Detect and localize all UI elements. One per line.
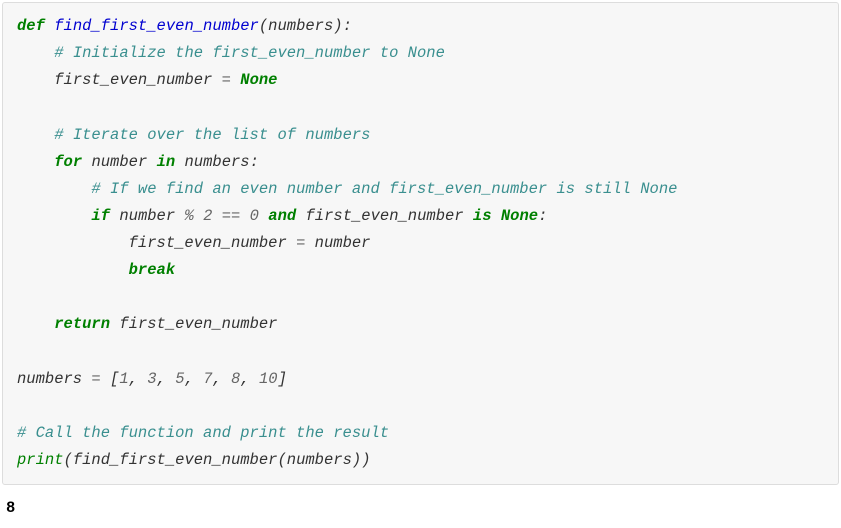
expr2: first_even_number (305, 207, 472, 225)
paren-close-2: )) (352, 451, 371, 469)
kw-in: in (157, 153, 176, 171)
op-mod: % (184, 207, 193, 225)
expr: number (119, 207, 184, 225)
param: numbers (268, 17, 333, 35)
line-1: def find_first_even_number(numbers): (17, 17, 352, 35)
paren-open: ( (259, 17, 268, 35)
assign-rhs: number (315, 234, 371, 252)
return-val: first_even_number (119, 315, 277, 333)
output-block: 8 (2, 485, 839, 526)
kw-break: break (129, 261, 176, 279)
code-block: def find_first_even_number(numbers): # I… (2, 2, 839, 485)
paren-close-colon: ): (333, 17, 352, 35)
kw-for: for (54, 153, 82, 171)
comment-1: # Initialize the first_even_number to No… (54, 44, 445, 62)
const-none: None (240, 71, 277, 89)
output-text: 8 (6, 499, 15, 517)
paren-open-3: ( (277, 451, 286, 469)
kw-and: and (268, 207, 296, 225)
n3: 5 (175, 370, 184, 388)
num-2: 2 (203, 207, 212, 225)
line-6: for number in numbers: (54, 153, 259, 171)
loop-coll: numbers (184, 153, 249, 171)
op-eqeq: == (222, 207, 241, 225)
num-0: 0 (250, 207, 259, 225)
n2: 3 (147, 370, 156, 388)
paren-open-2: ( (64, 451, 73, 469)
bracket-close: ] (278, 370, 287, 388)
line-14: numbers = [1, 3, 5, 7, 8, 10] (17, 370, 287, 388)
comment-4: # Call the function and print the result (17, 424, 389, 442)
loop-var: number (91, 153, 147, 171)
kw-return: return (54, 315, 110, 333)
n1: 1 (119, 370, 128, 388)
bracket-open: [ (110, 370, 119, 388)
kw-if: if (91, 207, 110, 225)
assign-lhs: first_even_number (129, 234, 287, 252)
var-numbers: numbers (17, 370, 82, 388)
colon-2: : (538, 207, 547, 225)
kw-def: def (17, 17, 45, 35)
op-eq-3: = (82, 370, 110, 388)
n5: 8 (231, 370, 240, 388)
call-func: find_first_even_number (73, 451, 278, 469)
line-17: print(find_first_even_number(numbers)) (17, 451, 371, 469)
op-eq-2: = (287, 234, 315, 252)
n6: 10 (259, 370, 278, 388)
line-12: return first_even_number (54, 315, 277, 333)
const-none-2: None (501, 207, 538, 225)
comment-3: # If we find an even number and first_ev… (91, 180, 677, 198)
builtin-print: print (17, 451, 64, 469)
line-9: first_even_number = number (129, 234, 371, 252)
comment-2: # Iterate over the list of numbers (54, 126, 370, 144)
call-arg: numbers (287, 451, 352, 469)
var: first_even_number (54, 71, 212, 89)
func-name: find_first_even_number (54, 17, 259, 35)
kw-is: is (473, 207, 492, 225)
line-3: first_even_number = None (54, 71, 277, 89)
line-8: if number % 2 == 0 and first_even_number… (91, 207, 547, 225)
op-eq: = (212, 71, 240, 89)
colon: : (250, 153, 259, 171)
